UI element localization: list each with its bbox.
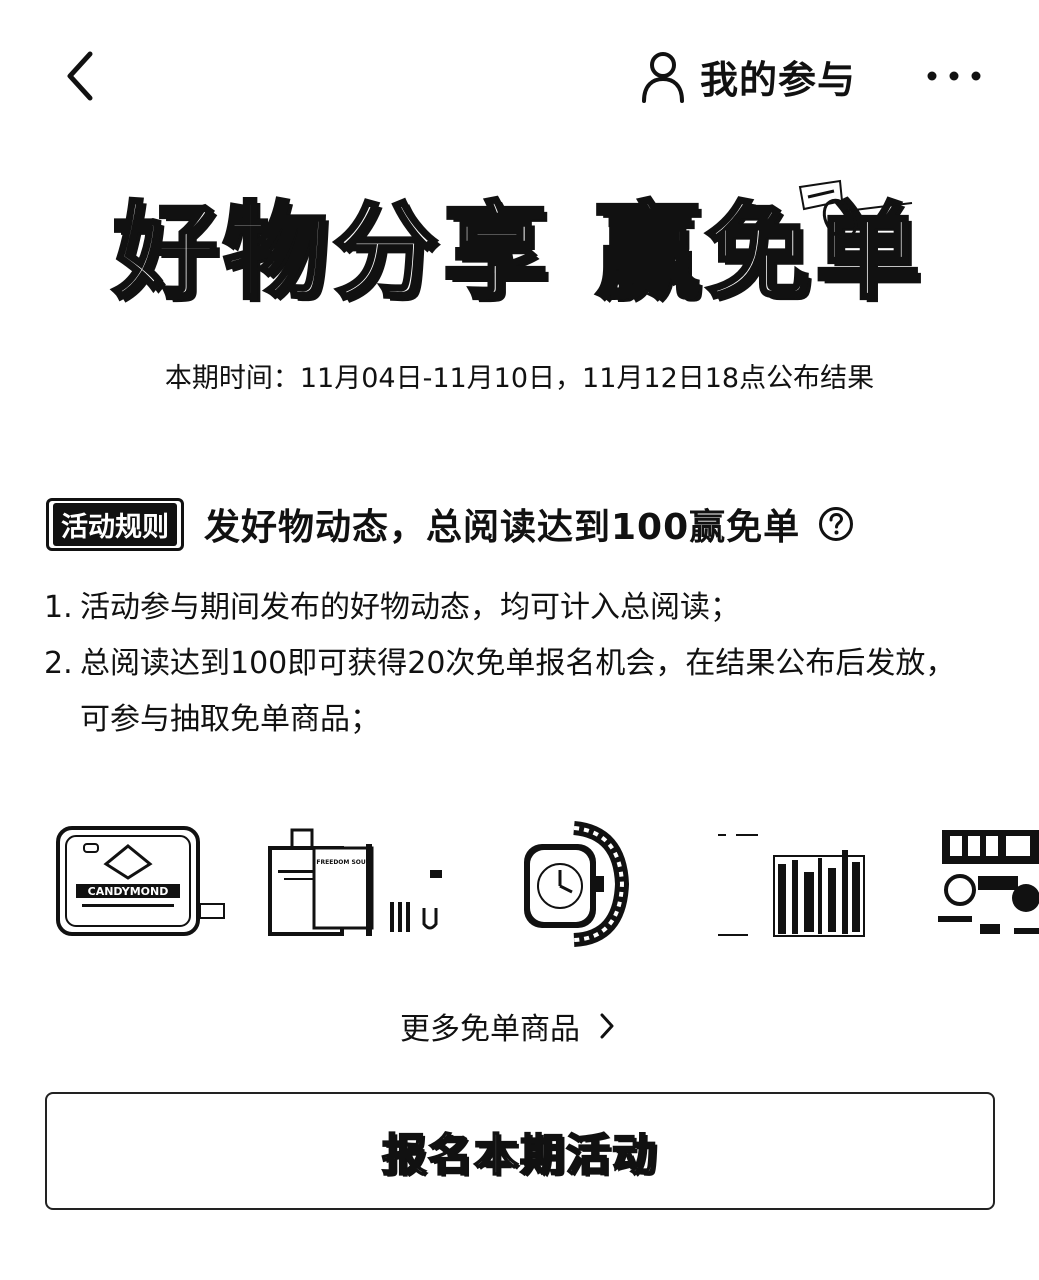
rule-text: 活动参与期间发布的好物动态，均可计入总阅读；: [80, 590, 740, 625]
chevron-left-icon: [67, 51, 93, 101]
product-perfume[interactable]: FREEDOM SOUL: [262, 820, 472, 950]
product-perfume-label: FREEDOM SOUL: [316, 859, 369, 866]
back-button[interactable]: [56, 46, 108, 106]
sparkle-sticker-icon: [798, 179, 913, 240]
user-icon: [642, 52, 684, 103]
my-participation-label: 我的参与: [700, 57, 857, 102]
rules-headline: 发好物动态，总阅读达到100赢免单: [204, 507, 801, 548]
signup-button-label: 报名本期活动: [381, 1129, 658, 1182]
chevron-right-icon: [600, 1013, 614, 1039]
signup-button[interactable]: 报名本期活动: [45, 1092, 995, 1210]
free-products-strip: CANDYMOND FREEDOM SOUL: [50, 820, 1039, 950]
rules-tag-label: 活动规则: [53, 502, 177, 546]
more-dots-icon: [927, 71, 981, 81]
activity-period: 本期时间：11月04日-11月10日，11月12日18点公布结果: [164, 363, 875, 394]
rule-number: 2.: [44, 646, 73, 681]
product-candy-tin[interactable]: CANDYMOND: [54, 820, 229, 950]
page: 我的参与 好物分享 赢免单 本期时间：11月04日-11月10日，11月12日1…: [0, 0, 1039, 1280]
product-candy-tin-label: CANDYMOND: [88, 885, 169, 898]
my-participation-button[interactable]: 我的参与: [640, 44, 856, 108]
rule-item: 1. 活动参与期间发布的好物动态，均可计入总阅读；: [44, 580, 984, 636]
rules-header: 活动规则 发好物动态，总阅读达到100赢免单: [46, 497, 854, 551]
rule-number: 1.: [44, 590, 73, 625]
rule-item: 2. 总阅读达到100即可获得20次免单报名机会，在结果公布后发放，可参与抽取免…: [44, 636, 984, 748]
more-free-products-link[interactable]: 更多免单商品: [400, 1002, 616, 1050]
question-circle-icon[interactable]: [818, 506, 854, 542]
product-smart-watch[interactable]: [510, 820, 640, 950]
more-free-products-label: 更多免单商品: [400, 1012, 580, 1047]
rules-tag: 活动规则: [46, 497, 184, 551]
rules-list: 1. 活动参与期间发布的好物动态，均可计入总阅读； 2. 总阅读达到100即可获…: [44, 580, 984, 748]
product-food-box[interactable]: [930, 820, 1039, 950]
product-snack-pack[interactable]: [718, 820, 878, 950]
more-button[interactable]: [922, 56, 986, 96]
rule-text: 总阅读达到100即可获得20次免单报名机会，在结果公布后发放，可参与抽取免单商品…: [80, 646, 956, 737]
